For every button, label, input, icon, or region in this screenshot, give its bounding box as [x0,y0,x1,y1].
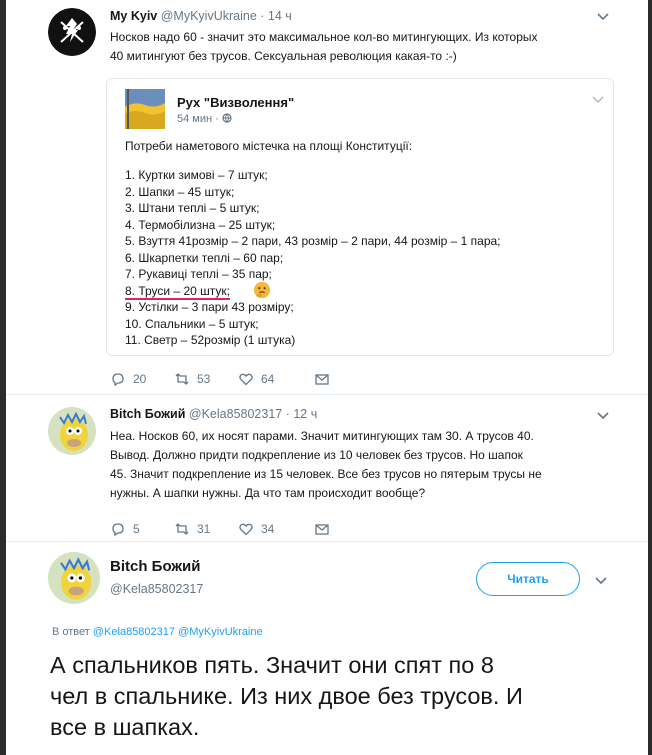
tweet-time[interactable]: · 14 ч [260,9,292,23]
list-item: 3. Штани теплі – 5 штук; [125,201,260,215]
heart-icon [239,373,253,386]
list-item: 10. Спальники – 5 штук; [125,316,259,331]
retweet-count: 31 [197,522,211,536]
like-button[interactable]: 64 [238,371,314,387]
like-count: 34 [261,522,275,536]
tweet3-text: А спальников пять. Значит они спят по 8 … [50,650,630,743]
retweet-icon [175,373,189,385]
tweet-text-line: 45. Значит подкрепление из 15 человек. В… [110,467,542,481]
follow-button[interactable]: Читать [476,562,580,596]
tweet-text-line: чел в спальнике. Из них двое без трусов.… [50,683,523,709]
reply-mention-link[interactable]: @Kela85802317 [93,626,175,638]
bitch-bozhiy-avatar[interactable] [48,552,100,604]
list-item: 9. Устілки – 3 пари 43 розміру; [125,300,294,314]
direct-message-button[interactable] [314,371,330,387]
mail-icon [315,524,329,535]
tweet-text-line: нужны. А шапки нужны. Да что там происхо… [110,486,426,500]
tweet-text-line: 40 митингуют без трусов. Сексуальная рев… [110,49,457,63]
bitch-bozhiy-avatar[interactable] [48,407,96,455]
list-item: 6. Шкарпетки теплі – 60 пар; [125,250,284,265]
direct-message-button[interactable] [314,521,330,537]
retweet-count: 53 [197,372,211,386]
retweet-button[interactable]: 53 [174,371,238,387]
like-button[interactable]: 34 [238,521,314,537]
retweet-button[interactable]: 31 [174,521,238,537]
tweet2-header: Bitch Божий @Kela85802317 · 12 ч [110,407,317,421]
chevron-down-icon[interactable] [596,411,610,421]
tweet1-header: My Kyiv @MyKyivUkraine · 14 ч [110,9,292,23]
tweet-text-line: Неа. Носков 60, их носят парами. Значит … [110,429,534,443]
tweet-text-line: А спальников пять. Значит они спят по 8 [50,652,494,678]
mail-icon [315,374,329,385]
tweet-bitch-bozhiy-reply: Bitch Божий @Kela85802317 · 12 ч Неа. Но… [6,395,648,545]
author-handle[interactable]: @Kela85802317 [189,407,282,421]
reply-prefix: В ответ [52,626,90,638]
reply-button[interactable]: 20 [110,371,174,387]
reply-context: В ответ @Kela85802317 @MyKyivUkraine [52,626,263,638]
quoted-tweet[interactable]: Рух "Визволення" 54 мин · Потреби намето… [106,78,614,356]
list-item: 4. Термобілизна – 25 штук; [125,217,276,232]
list-item: 2. Шапки – 45 штук; [125,184,235,199]
reply-icon [112,373,124,387]
tweet-my-kyiv: My Kyiv @MyKyivUkraine · 14 ч Носков над… [6,0,648,395]
quote-time: 54 мин · [177,113,232,125]
tweet2-actions: 5 31 34 [110,521,330,537]
list-item: 7. Рукавиці теплі – 35 пар; [125,267,272,281]
reply-button[interactable]: 5 [110,521,174,537]
heart-icon [239,523,253,536]
list-item: 11. Светр – 52розмір (1 штука) [125,333,296,347]
thinking-face-icon [253,281,271,298]
tweet-time[interactable]: · 12 ч [286,407,318,421]
like-count: 64 [261,372,275,386]
quote-time-text: 54 мин · [177,113,219,125]
chevron-down-icon[interactable] [594,576,608,586]
author-handle[interactable]: @MyKyivUkraine [161,9,257,23]
list-item-highlighted: 8. Труси – 20 штук; [125,281,271,300]
tweet-text-line: все в шапках. [50,714,200,740]
list-item: 1. Куртки зимові – 7 штук; [125,168,268,182]
tweet1-actions: 20 53 64 [110,371,330,387]
author-name[interactable]: Bitch Божий [110,407,185,421]
chevron-down-icon[interactable] [591,95,605,105]
divider [6,541,648,542]
quote-author-name[interactable]: Рух "Визволення" [177,95,294,110]
author-name[interactable]: Bitch Божий [110,558,201,575]
reply-icon [112,523,124,537]
author-handle[interactable]: @Kela85802317 [110,582,203,596]
list-item-text: 8. Труси – 20 штук; [125,283,230,300]
reply-count: 5 [133,522,140,536]
needs-list: 1. Куртки зимові – 7 штук; 2. Шапки – 45… [125,167,501,349]
list-item: 5. Взуття 41розмір – 2 пари, 43 розмір –… [125,234,501,248]
my-kyiv-avatar[interactable] [48,8,96,56]
tweet-text-line: Носков надо 60 - значит это максимальное… [110,30,538,44]
reply-mention-link[interactable]: @MyKyivUkraine [178,626,263,638]
globe-icon [222,113,232,123]
author-name[interactable]: My Kyiv [110,9,157,23]
tweet-text-line: Вывод. Должно придти подкрепление из 10 … [110,448,523,462]
retweet-icon [175,523,189,535]
tweet2-text: Неа. Носков 60, их носят парами. Значит … [110,427,630,503]
reply-count: 20 [133,372,147,386]
chevron-down-icon[interactable] [596,12,610,22]
tweet1-text: Носков надо 60 - значит это максимальное… [110,28,620,66]
ukraine-flag-avatar[interactable] [125,89,165,129]
quote-intro: Потреби наметового містечка на площі Кон… [125,139,413,153]
twitter-screenshot: My Kyiv @MyKyivUkraine · 14 ч Носков над… [6,0,648,755]
